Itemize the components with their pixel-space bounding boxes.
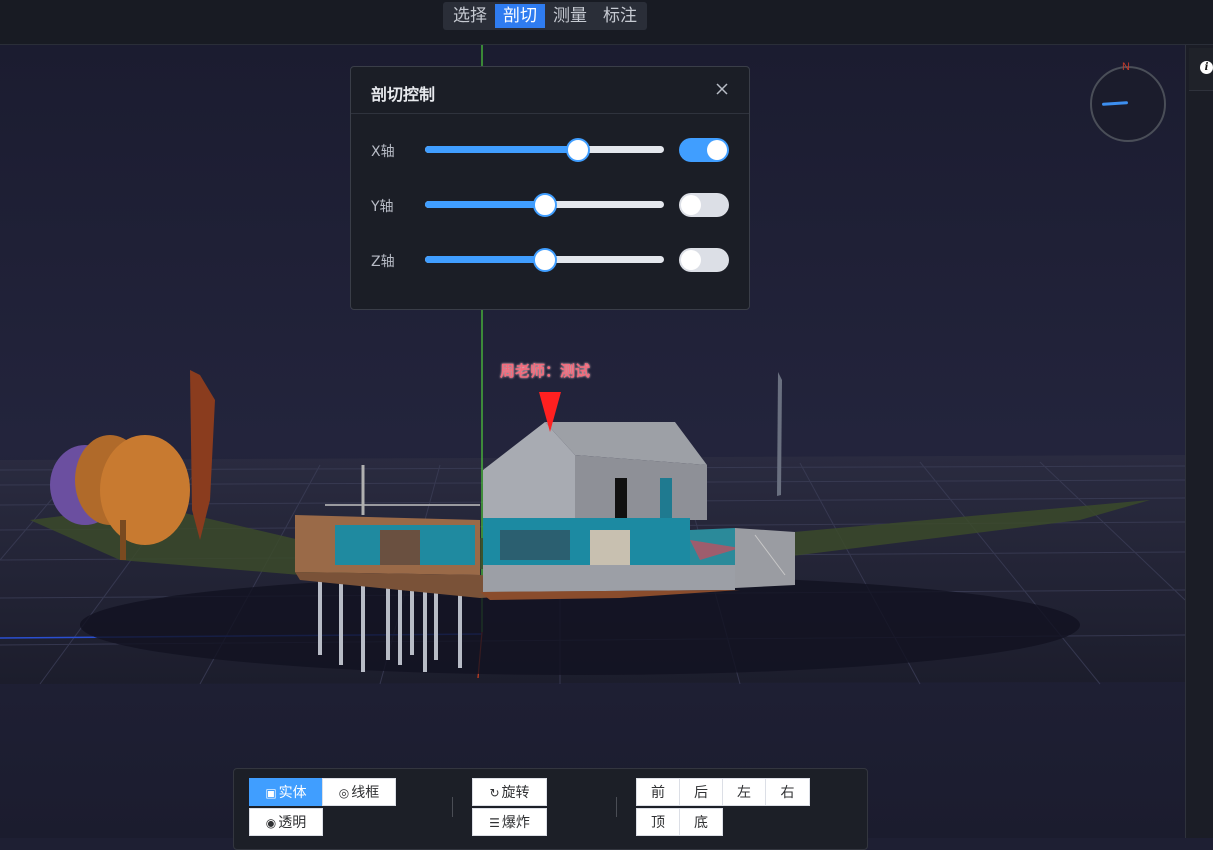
z-axis-switch[interactable] — [679, 248, 729, 272]
right-side-panel — [1185, 45, 1213, 838]
z-axis-slider-thumb[interactable] — [532, 248, 557, 272]
section-control-panel: 剖切控制 X轴 Y轴 Z轴 — [350, 66, 750, 310]
view-left-button[interactable]: 左 — [722, 778, 766, 806]
tab-measure[interactable]: 测量 — [545, 4, 595, 28]
y-axis-slider[interactable] — [425, 193, 664, 217]
x-axis-label: X轴 — [371, 144, 395, 160]
view-right-button[interactable]: 右 — [765, 778, 810, 806]
wireframe-mode-button[interactable]: ◎ 线框 — [322, 778, 396, 806]
explode-button[interactable]: ☰ 爆炸 — [472, 808, 547, 836]
z-axis-slider-fill — [425, 256, 545, 263]
y-axis-slider-thumb[interactable] — [532, 193, 557, 217]
transparent-mode-button[interactable]: ◉ 透明 — [249, 808, 323, 836]
x-axis-slider[interactable] — [425, 138, 664, 162]
z-axis-label: Z轴 — [371, 254, 395, 270]
annotation-label[interactable]: 周老师：测试 — [500, 360, 590, 381]
z-axis-switch-knob — [681, 250, 701, 270]
x-axis-slider-fill — [425, 146, 578, 153]
rotate-button[interactable]: ↻ 旋转 — [472, 778, 547, 806]
z-axis-slider[interactable] — [425, 248, 664, 272]
x-axis-switch[interactable] — [679, 138, 729, 162]
close-icon[interactable] — [713, 80, 731, 98]
x-axis-switch-knob — [707, 140, 727, 160]
tab-section[interactable]: 剖切 — [495, 4, 545, 28]
explode-label: 爆炸 — [501, 815, 530, 831]
toolbar-divider — [452, 797, 453, 817]
transparent-mode-label: 透明 — [278, 815, 307, 831]
x-axis-slider-thumb[interactable] — [565, 138, 590, 162]
y-axis-switch[interactable] — [679, 193, 729, 217]
wireframe-mode-label: 线框 — [351, 785, 380, 801]
panel-title: 剖切控制 — [371, 85, 436, 104]
view-back-button[interactable]: 后 — [679, 778, 723, 806]
view-front-button[interactable]: 前 — [636, 778, 680, 806]
eye-icon: ◉ — [265, 816, 277, 830]
solid-mode-button[interactable]: ▣ 实体 — [249, 778, 323, 806]
y-axis-label: Y轴 — [371, 199, 394, 215]
rotate-icon: ↻ — [489, 786, 500, 800]
view-bottom-button[interactable]: 底 — [679, 808, 723, 836]
toolbar-divider — [616, 797, 617, 817]
tool-tabs: 选择 剖切 测量 标注 — [443, 2, 647, 30]
y-axis-slider-fill — [425, 201, 545, 208]
y-axis-switch-knob — [681, 195, 701, 215]
tab-annotate[interactable]: 标注 — [595, 4, 645, 28]
wireframe-icon: ◎ — [338, 786, 350, 800]
compass-north-label: N — [1122, 61, 1130, 73]
tab-select[interactable]: 选择 — [445, 4, 495, 28]
cube-icon: ▣ — [265, 786, 277, 800]
panel-header: 剖切控制 — [351, 67, 749, 114]
explode-icon: ☰ — [489, 816, 500, 830]
rotate-label: 旋转 — [501, 785, 530, 801]
info-icon[interactable]: i — [1200, 61, 1213, 74]
solid-mode-label: 实体 — [278, 785, 307, 801]
view-top-button[interactable]: 顶 — [636, 808, 680, 836]
